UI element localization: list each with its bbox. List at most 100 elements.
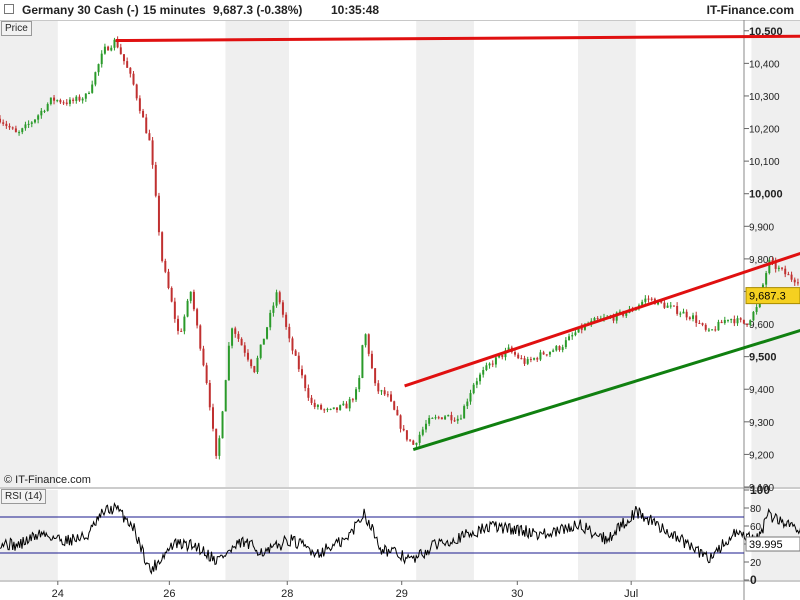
candle-body (301, 369, 304, 376)
bear-candle (520, 355, 523, 360)
bull-candle (81, 97, 84, 104)
last-price-label: 9,687.3 (749, 291, 786, 303)
candle-body (736, 318, 739, 324)
candle-body (285, 314, 288, 327)
bull-candle (332, 407, 335, 410)
bull-candle (358, 375, 361, 393)
day-band-rsi (578, 490, 636, 580)
candle-body (170, 287, 173, 302)
bear-candle (278, 290, 281, 305)
bear-candle (253, 365, 256, 374)
bear-candle (297, 352, 300, 372)
candle-body (380, 390, 383, 392)
candle-body (456, 418, 459, 421)
bear-candle (390, 391, 393, 403)
candle-body (437, 417, 440, 419)
bull-candle (692, 312, 695, 322)
time-tick-label: Jul (624, 588, 638, 600)
candle-body (84, 93, 87, 99)
candle-body (2, 122, 5, 124)
bear-candle (59, 98, 62, 104)
bear-candle (154, 161, 157, 198)
candle-body (126, 61, 129, 68)
candle-body (469, 393, 472, 402)
day-band-price (0, 21, 58, 487)
candle-body (399, 415, 402, 429)
candle-body (272, 305, 275, 313)
candle-body (358, 377, 361, 390)
bear-candle (180, 328, 183, 332)
bull-candle (717, 319, 720, 331)
bear-candle (345, 401, 348, 409)
candle-body (113, 39, 116, 48)
bear-candle (739, 317, 742, 323)
candle-body (494, 357, 497, 365)
price-tick-label: 10,000 (749, 189, 783, 201)
bull-candle (552, 348, 555, 353)
candle-body (46, 104, 49, 111)
bear-candle (196, 307, 199, 329)
bull-candle (186, 298, 189, 318)
candle-body (142, 110, 145, 118)
bear-candle (698, 320, 701, 324)
bear-candle (310, 394, 313, 406)
candle-body (444, 416, 447, 420)
bull-candle (533, 357, 536, 361)
bull-candle (488, 362, 491, 369)
bull-candle (564, 337, 567, 350)
candle-body (68, 99, 71, 104)
candle-body (243, 345, 246, 353)
bear-candle (313, 399, 316, 410)
bull-candle (682, 308, 685, 314)
bear-candle (399, 414, 402, 433)
candle-body (714, 329, 717, 331)
bull-candle (361, 344, 364, 379)
bear-candle (307, 384, 310, 401)
candle-body (326, 408, 329, 410)
candle-body (733, 319, 736, 324)
bear-candle (688, 316, 691, 321)
candle-body (186, 300, 189, 317)
rsi-tick-label: 60 (750, 522, 762, 533)
candle-body (647, 298, 650, 300)
bull-candle (103, 43, 106, 55)
candle-body (72, 99, 75, 101)
candle-body (409, 439, 412, 441)
bull-candle (475, 377, 478, 389)
bear-candle (545, 354, 548, 357)
price-tick-label: 9,600 (749, 320, 774, 331)
candle-body (720, 321, 723, 324)
candle-body (730, 319, 733, 321)
candle-body (294, 350, 297, 356)
price-tick-label: 9,300 (749, 418, 774, 429)
bear-candle (558, 345, 561, 352)
candle-body (37, 115, 40, 120)
candle-body (196, 309, 199, 326)
candle-body (688, 317, 691, 319)
candle-body (246, 352, 249, 360)
candle-body (676, 305, 679, 314)
bull-candle (326, 407, 329, 413)
candle-body (367, 334, 370, 354)
copyright-notice: © IT-Finance.com (4, 474, 91, 486)
candle-body (517, 354, 520, 359)
bull-candle (224, 379, 227, 412)
bull-candle (768, 258, 771, 275)
bull-candle (100, 50, 103, 68)
candle-body (421, 429, 424, 435)
bull-candle (355, 387, 358, 402)
bear-candle (542, 350, 545, 355)
time-tick-label: 30 (511, 588, 523, 600)
bear-candle (170, 286, 173, 303)
bull-candle (730, 318, 733, 324)
candle-body (513, 352, 516, 355)
candle-body (189, 291, 192, 301)
candle-body (205, 365, 208, 383)
bull-candle (555, 344, 558, 352)
candle-body (704, 324, 707, 330)
candle-body (269, 312, 272, 328)
candle-body (695, 315, 698, 323)
candle-body (447, 415, 450, 417)
candle-body (122, 54, 125, 62)
candle-body (110, 47, 113, 51)
